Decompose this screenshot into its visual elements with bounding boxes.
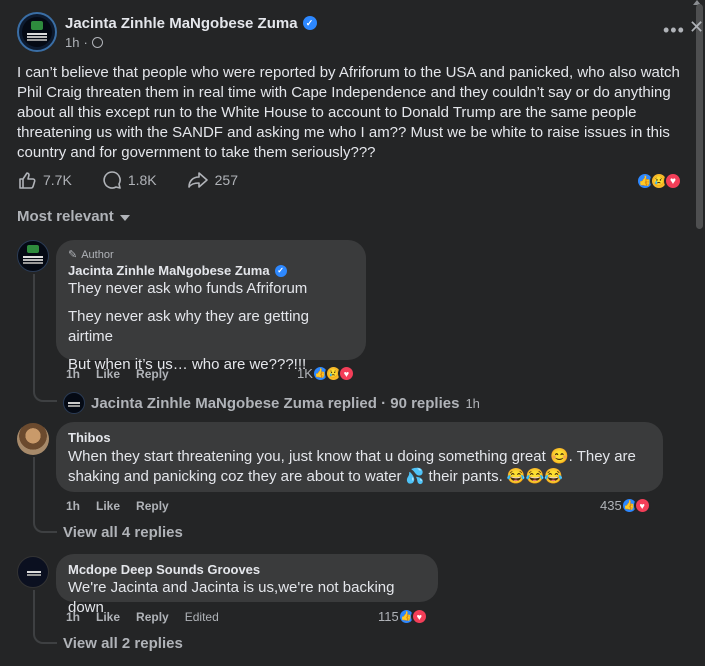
comment-avatar[interactable] — [17, 556, 49, 588]
reply-link[interactable]: Reply — [136, 499, 169, 513]
post-dialog: { "post": { "author": "Jacinta Zinhle Ma… — [0, 0, 705, 666]
share-count: 257 — [214, 172, 238, 188]
reply-link[interactable]: Reply — [136, 610, 169, 624]
reaction-count: 1K — [297, 366, 313, 381]
comment-actions: 1h Like Reply — [66, 367, 185, 381]
author-name-row[interactable]: Jacinta Zinhle MaNgobese Zuma ✓ — [65, 15, 317, 32]
comment-bubble: Mcdope Deep Sounds Grooves We're Jacinta… — [56, 554, 438, 616]
author-badge: ✎ Author — [68, 248, 114, 262]
chevron-down-icon — [119, 215, 130, 221]
comment-time[interactable]: 1h — [66, 367, 80, 381]
post-reactions[interactable]: 👍 😢 ♥ — [636, 172, 682, 190]
comment-author[interactable]: Thibos — [68, 430, 651, 445]
comment-actions: 1h Like Reply Edited — [66, 610, 235, 624]
share-icon — [187, 172, 208, 188]
comment-icon — [103, 171, 121, 189]
more-icon[interactable]: ••• — [663, 20, 685, 41]
comment-count: 1.8K — [127, 172, 157, 188]
comment-bubble: Thibos When they start threatening you, … — [56, 422, 663, 492]
replied-time: 1h — [465, 395, 480, 411]
comment-button[interactable]: 1.8K — [102, 170, 157, 190]
comment-author[interactable]: Jacinta Zinhle MaNgobese Zuma — [68, 263, 270, 278]
thread-line — [33, 274, 57, 402]
reply-link[interactable]: Reply — [136, 367, 169, 381]
edited-label: Edited — [184, 610, 219, 624]
comment-author[interactable]: Mcdope Deep Sounds Grooves — [68, 562, 426, 577]
post-actions: 7.7K 1.8K 257 — [17, 170, 268, 190]
pen-icon: ✎ — [68, 249, 78, 261]
love-reaction-icon: ♥ — [664, 172, 682, 190]
post-meta: 1h · — [65, 35, 317, 50]
author-name[interactable]: Jacinta Zinhle MaNgobese Zuma — [65, 15, 298, 32]
comment-bubble: ✎ Author Jacinta Zinhle MaNgobese Zuma ✓ … — [56, 240, 366, 373]
like-count: 7.7K — [43, 172, 72, 188]
comment-reactions[interactable]: 1K 👍 😢 ♥ — [297, 365, 355, 382]
verified-icon: ✓ — [302, 16, 317, 30]
globe-icon — [91, 36, 103, 48]
post-time[interactable]: 1h — [65, 35, 79, 50]
close-icon[interactable]: ✕ — [689, 17, 704, 38]
love-reaction-icon: ♥ — [410, 608, 428, 625]
view-replies-link[interactable]: Jacinta Zinhle MaNgobese Zuma replied · … — [63, 392, 480, 414]
comment-author-row[interactable]: Jacinta Zinhle MaNgobese Zuma ✓ — [68, 263, 354, 278]
replied-text: Jacinta Zinhle MaNgobese Zuma replied · … — [91, 394, 460, 412]
share-button[interactable]: 257 — [187, 170, 238, 190]
like-icon — [19, 172, 36, 189]
comment-line: They never ask why they are getting airt… — [68, 308, 309, 345]
love-reaction-icon: ♥ — [337, 365, 355, 382]
sort-label: Most relevant — [17, 208, 114, 225]
like-link[interactable]: Like — [96, 610, 120, 624]
thread-line — [33, 457, 57, 533]
view-replies-link[interactable]: View all 4 replies — [63, 524, 183, 541]
comment-avatar[interactable] — [17, 240, 49, 272]
like-link[interactable]: Like — [96, 499, 120, 513]
reaction-count: 115 — [378, 609, 399, 624]
comment-line: They never ask who funds Afriforum — [68, 280, 308, 297]
like-button[interactable]: 7.7K — [17, 170, 72, 190]
like-link[interactable]: Like — [96, 367, 120, 381]
comment-reactions[interactable]: 435 👍 ♥ — [600, 497, 651, 514]
author-avatar[interactable] — [17, 12, 57, 52]
comment-avatar[interactable] — [17, 423, 49, 455]
comment-actions: 1h Like Reply — [66, 499, 185, 513]
comment-reactions[interactable]: 115 👍 ♥ — [378, 608, 428, 625]
verified-icon: ✓ — [274, 264, 287, 277]
post-header: Jacinta Zinhle MaNgobese Zuma ✓ 1h · — [17, 12, 317, 52]
view-replies-link[interactable]: View all 2 replies — [63, 635, 183, 652]
love-reaction-icon: ♥ — [633, 497, 651, 514]
comment-text: When they start threatening you, just kn… — [68, 448, 636, 485]
comment-time[interactable]: 1h — [66, 499, 80, 513]
thread-line — [33, 590, 57, 644]
reaction-count: 435 — [600, 498, 622, 513]
sort-dropdown[interactable]: Most relevant — [17, 208, 130, 225]
comment-time[interactable]: 1h — [66, 610, 80, 624]
post-text: I can’t believe that people who were rep… — [17, 64, 680, 161]
reply-avatar — [63, 392, 85, 414]
